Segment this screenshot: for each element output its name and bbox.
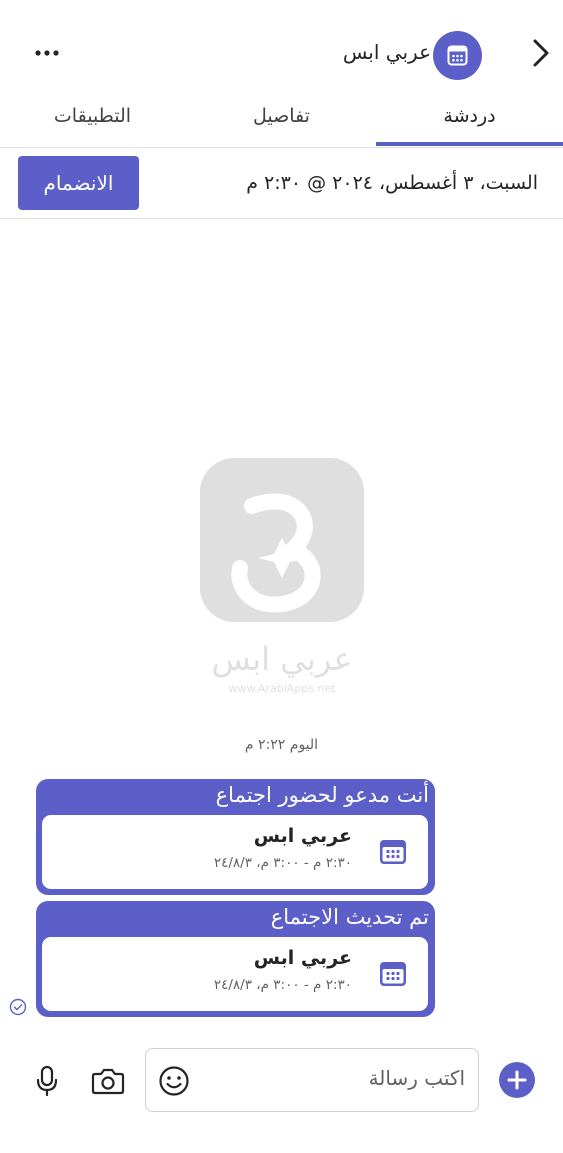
- tab-details[interactable]: تفاصيل: [188, 95, 375, 145]
- message-input-placeholder: اكتب رسالة: [368, 1066, 465, 1090]
- meeting-avatar[interactable]: [433, 31, 482, 80]
- meeting-card[interactable]: عربي ابس ٢:٣٠ م - ٣:٠٠ م، ٢٤/٨/٣: [42, 815, 428, 889]
- emoji-icon[interactable]: [157, 1064, 191, 1098]
- meeting-card-title: عربي ابس: [253, 825, 352, 847]
- tab-chat[interactable]: دردشة: [376, 95, 563, 145]
- meeting-datetime: السبت، ٣ أغسطس، ٢٠٢٤ @ ٢:٣٠ م: [246, 172, 538, 194]
- join-button[interactable]: الانضمام: [18, 156, 139, 210]
- chevron-right-icon[interactable]: [524, 36, 558, 70]
- calendar-icon: [378, 837, 408, 867]
- message-timestamp: اليوم ٢:٢٢ م: [244, 737, 319, 753]
- camera-icon[interactable]: [90, 1064, 126, 1098]
- microphone-icon[interactable]: [34, 1064, 60, 1098]
- calendar-icon: [447, 45, 468, 66]
- meeting-card-time: ٢:٣٠ م - ٣:٠٠ م، ٢٤/٨/٣: [213, 977, 352, 993]
- add-icon[interactable]: [499, 1062, 535, 1098]
- active-tab-indicator: [376, 142, 563, 146]
- message-title: تم تحديث الاجتماع: [270, 905, 429, 929]
- tab-apps[interactable]: التطبيقات: [0, 95, 185, 145]
- meeting-card[interactable]: عربي ابس ٢:٣٠ م - ٣:٠٠ م، ٢٤/٨/٣: [42, 937, 428, 1011]
- read-receipt-icon: [9, 998, 27, 1016]
- chat-title[interactable]: عربي ابس: [343, 40, 431, 64]
- meeting-card-title: عربي ابس: [253, 947, 352, 969]
- calendar-icon: [378, 959, 408, 989]
- meeting-card-time: ٢:٣٠ م - ٣:٠٠ م، ٢٤/٨/٣: [213, 855, 352, 871]
- watermark-url: www.ArabiApps.net: [228, 682, 336, 695]
- message-title: أنت مدعو لحضور اجتماع: [215, 783, 429, 807]
- message-bubble[interactable]: أنت مدعو لحضور اجتماع عربي ابس ٢:٣٠ م - …: [36, 779, 435, 895]
- message-bubble[interactable]: تم تحديث الاجتماع عربي ابس ٢:٣٠ م - ٣:٠٠…: [36, 901, 435, 1017]
- more-horizontal-icon[interactable]: [34, 38, 64, 68]
- tab-bar: دردشة تفاصيل التطبيقات: [0, 95, 563, 148]
- watermark-logo: عربي ابس www.ArabiApps.net: [200, 458, 364, 708]
- watermark-brand: عربي ابس: [211, 640, 352, 678]
